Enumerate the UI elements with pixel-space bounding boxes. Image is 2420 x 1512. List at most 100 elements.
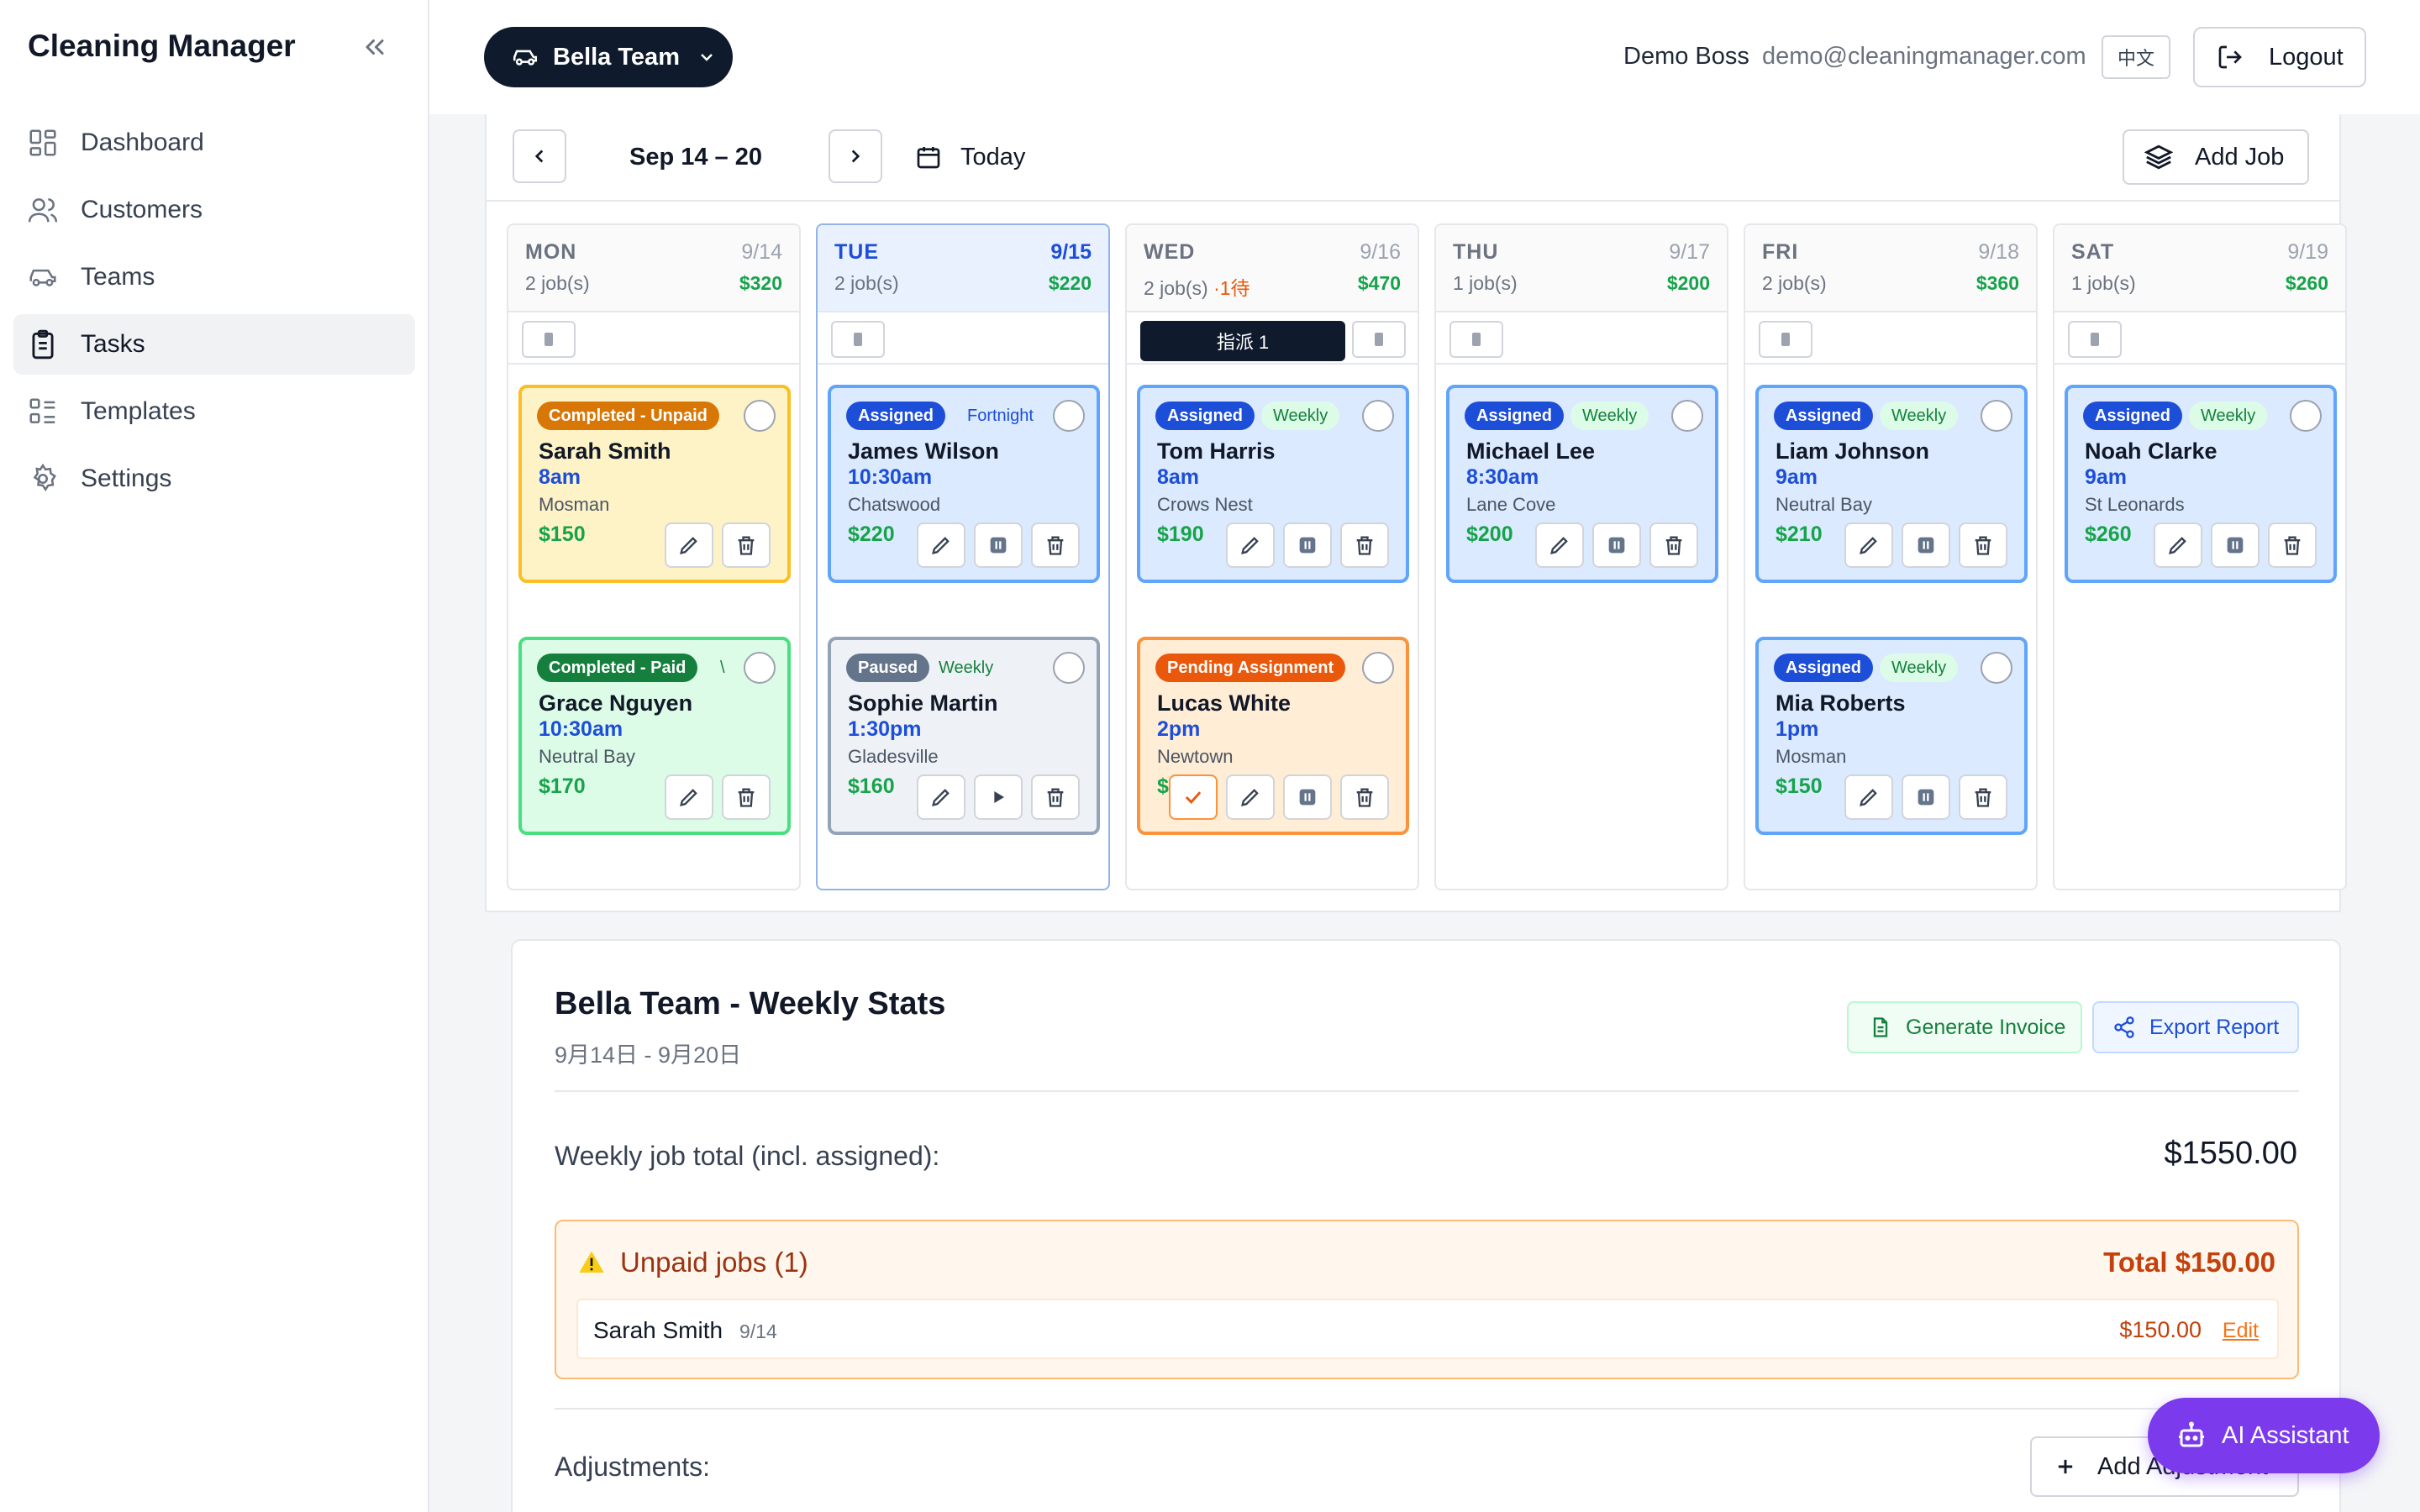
frequency-badge: Weekly xyxy=(2189,402,2268,430)
job-select-radio[interactable] xyxy=(1053,652,1085,684)
delete-button[interactable] xyxy=(1031,522,1080,568)
edit-button[interactable] xyxy=(1535,522,1584,568)
pause-button[interactable] xyxy=(1283,774,1332,820)
job-select-radio[interactable] xyxy=(1053,400,1085,432)
team-selector[interactable]: Bella Team xyxy=(484,27,733,87)
pause-button[interactable] xyxy=(1902,522,1950,568)
sidebar-item-dashboard[interactable]: Dashboard xyxy=(13,113,415,173)
status-badge: Completed - Unpaid xyxy=(537,402,719,430)
day-name: TUE xyxy=(834,240,879,264)
resume-button[interactable] xyxy=(974,774,1023,820)
play-icon xyxy=(994,791,1004,803)
job-select-radio[interactable] xyxy=(1362,400,1394,432)
job-card[interactable]: Assigned Weekly Mia Roberts 1pm Mosman $… xyxy=(1755,637,2028,835)
delete-button[interactable] xyxy=(1959,774,2007,820)
trash-icon xyxy=(1665,536,1682,555)
pause-button[interactable] xyxy=(1283,522,1332,568)
edit-button[interactable] xyxy=(917,774,965,820)
delete-button[interactable] xyxy=(2268,522,2317,568)
delete-button[interactable] xyxy=(1649,522,1698,568)
day-tool-button[interactable] xyxy=(1759,321,1812,358)
job-card[interactable]: Pending Assignment Lucas White 2pm Newto… xyxy=(1137,637,1409,835)
job-select-radio[interactable] xyxy=(1981,652,2012,684)
assign-pending-button[interactable]: 指派 1 xyxy=(1140,321,1345,361)
day-amount: $200 xyxy=(1666,272,1710,294)
car-icon xyxy=(513,50,538,66)
weekly-calendar: Sep 14 – 20 Today Add Job MON 9/14 2 job… xyxy=(485,114,2347,912)
confirm-button[interactable] xyxy=(1169,774,1218,820)
edit-button[interactable] xyxy=(2154,522,2202,568)
day-tool-button[interactable] xyxy=(2068,321,2122,358)
job-card[interactable]: Assigned Fortnight James Wilson 10:30am … xyxy=(828,385,1100,583)
pause-button[interactable] xyxy=(1592,522,1641,568)
warning-icon xyxy=(579,1251,604,1273)
job-select-radio[interactable] xyxy=(1671,400,1703,432)
status-badge: Completed - Paid xyxy=(537,654,698,682)
status-badge: Assigned xyxy=(1155,402,1255,430)
pause-button[interactable] xyxy=(2211,522,2260,568)
language-toggle[interactable]: 中文 xyxy=(2102,35,2170,79)
day-tool-button[interactable] xyxy=(522,321,576,358)
job-location: Neutral Bay xyxy=(539,746,635,767)
edit-button[interactable] xyxy=(665,774,713,820)
job-card[interactable]: Completed - Unpaid Sarah Smith 8am Mosma… xyxy=(518,385,791,583)
job-price: $200 xyxy=(1466,522,1513,546)
job-card[interactable]: Paused Weekly Sophie Martin 1:30pm Glade… xyxy=(828,637,1100,835)
frequency-badge: Weekly xyxy=(1880,654,1959,682)
delete-button[interactable] xyxy=(722,522,771,568)
sidebar-item-settings[interactable]: Settings xyxy=(13,449,415,509)
day-tool-button[interactable] xyxy=(831,321,885,358)
delete-button[interactable] xyxy=(1340,522,1389,568)
sidebar-item-templates[interactable]: Templates xyxy=(13,381,415,442)
job-time: 1:30pm xyxy=(848,717,922,741)
job-select-radio[interactable] xyxy=(2290,400,2322,432)
job-card[interactable]: Completed - Paid \ Grace Nguyen 10:30am … xyxy=(518,637,791,835)
delete-button[interactable] xyxy=(1340,774,1389,820)
edit-button[interactable] xyxy=(1844,774,1893,820)
job-card[interactable]: Assigned Weekly Noah Clarke 9am St Leona… xyxy=(2065,385,2337,583)
pencil-icon xyxy=(2169,537,2186,554)
sidebar-item-label: Tasks xyxy=(81,330,145,358)
sidebar-item-teams[interactable]: Teams xyxy=(13,247,415,307)
unpaid-date: 9/14 xyxy=(739,1320,777,1342)
next-week-button[interactable] xyxy=(829,129,882,183)
delete-button[interactable] xyxy=(1031,774,1080,820)
job-select-radio[interactable] xyxy=(1362,652,1394,684)
logout-button[interactable]: Logout xyxy=(2193,27,2366,87)
collapse-sidebar-icon[interactable] xyxy=(360,32,390,62)
ai-assistant-button[interactable]: AI Assistant xyxy=(2148,1398,2380,1473)
trash-icon xyxy=(1047,536,1064,555)
pause-button[interactable] xyxy=(974,522,1023,568)
sidebar-item-label: Settings xyxy=(81,465,172,492)
today-button[interactable]: Today xyxy=(915,136,1025,178)
sidebar-item-label: Templates xyxy=(81,397,196,425)
delete-button[interactable] xyxy=(722,774,771,820)
add-job-button[interactable]: Add Job xyxy=(2123,129,2309,185)
job-card[interactable]: Assigned Weekly Tom Harris 8am Crows Nes… xyxy=(1137,385,1409,583)
sidebar-item-customers[interactable]: Customers xyxy=(13,180,415,240)
job-select-radio[interactable] xyxy=(744,400,776,432)
job-time: 8am xyxy=(539,465,581,489)
delete-button[interactable] xyxy=(1959,522,2007,568)
export-report-button[interactable]: Export Report xyxy=(2092,1001,2299,1053)
day-tool-button[interactable] xyxy=(1449,321,1503,358)
edit-button[interactable] xyxy=(665,522,713,568)
users-icon xyxy=(28,198,58,223)
job-select-radio[interactable] xyxy=(744,652,776,684)
edit-button[interactable] xyxy=(1844,522,1893,568)
customer-name: Mia Roberts xyxy=(1776,690,1906,716)
job-card[interactable]: Assigned Weekly Liam Johnson 9am Neutral… xyxy=(1755,385,2028,583)
pause-button[interactable] xyxy=(1902,774,1950,820)
sidebar: Cleaning Manager Dashboard Customers Tea… xyxy=(0,0,429,1512)
job-card[interactable]: Assigned Weekly Michael Lee 8:30am Lane … xyxy=(1446,385,1718,583)
edit-button[interactable] xyxy=(917,522,965,568)
edit-button[interactable] xyxy=(1226,522,1275,568)
day-tool-button[interactable] xyxy=(1352,321,1406,358)
generate-invoice-button[interactable]: Generate Invoice xyxy=(1847,1001,2082,1053)
job-select-radio[interactable] xyxy=(1981,400,2012,432)
robot-icon xyxy=(2179,1421,2204,1447)
edit-button[interactable] xyxy=(1226,774,1275,820)
edit-link[interactable]: Edit xyxy=(2223,1319,2259,1343)
prev-week-button[interactable] xyxy=(513,129,566,183)
sidebar-item-tasks[interactable]: Tasks xyxy=(13,314,415,375)
